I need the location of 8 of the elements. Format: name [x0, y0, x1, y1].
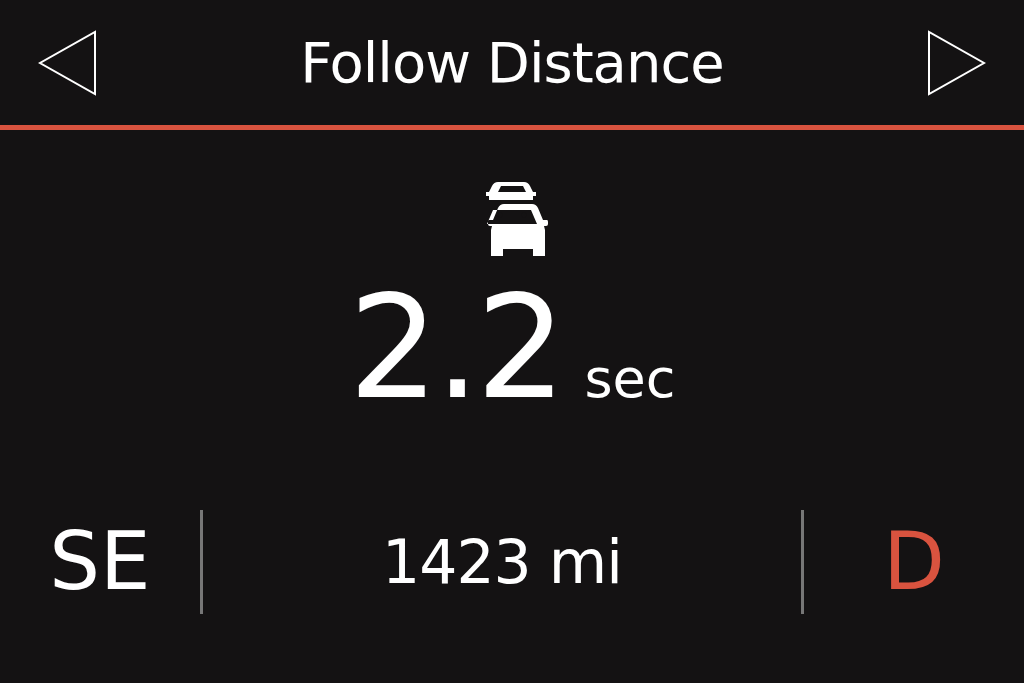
gear-indicator: D — [883, 517, 945, 606]
compass-heading: SE — [49, 517, 151, 606]
follow-time-value: 2.2 — [348, 270, 563, 427]
next-button[interactable] — [926, 29, 986, 96]
screen-title: Follow Distance — [300, 31, 724, 94]
odometer-reading: 1423 mi — [382, 528, 622, 595]
previous-button[interactable] — [38, 29, 98, 96]
follow-time-unit: sec — [584, 349, 676, 409]
